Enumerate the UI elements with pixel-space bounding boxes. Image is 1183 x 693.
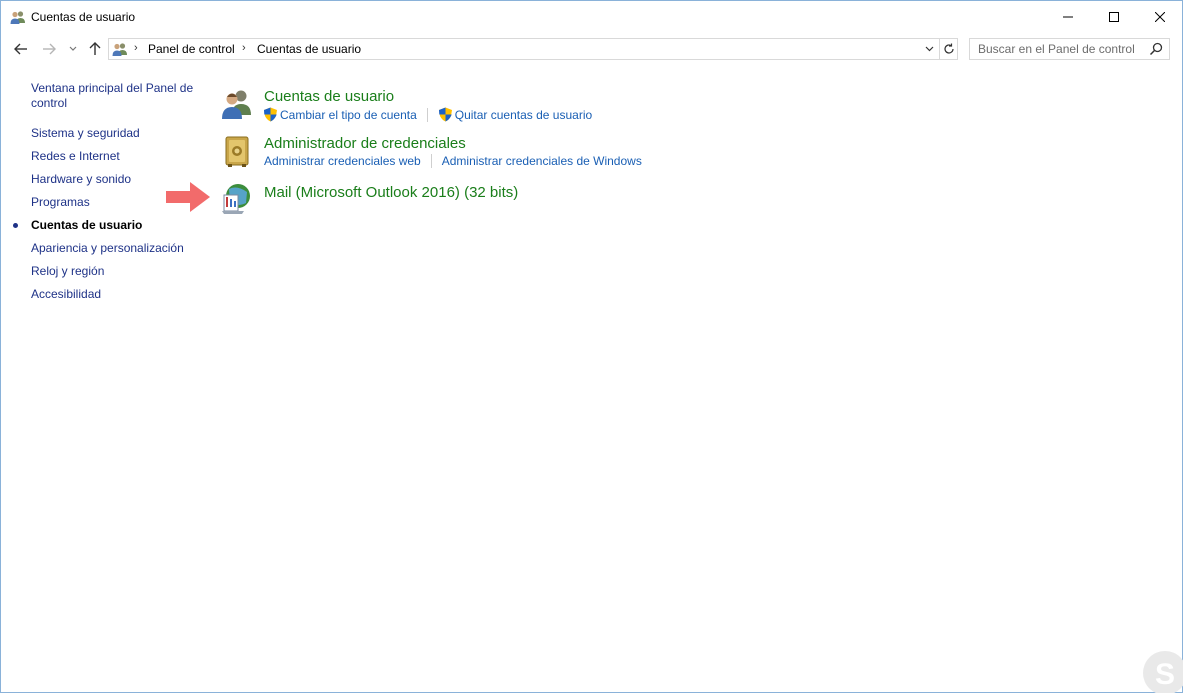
control-panel-window: Cuentas de usuario › Panel de control › … <box>0 0 1183 693</box>
link-label[interactable]: Quitar cuentas de usuario <box>455 108 592 122</box>
recent-locations-button[interactable] <box>67 39 79 59</box>
refresh-icon <box>944 43 954 54</box>
search-placeholder: Buscar en el Panel de control <box>978 42 1135 56</box>
category-title-credential-manager[interactable]: Administrador de credenciales <box>264 135 466 152</box>
link-label[interactable]: Administrar credenciales web <box>264 154 421 168</box>
maximize-icon <box>1109 11 1119 22</box>
category-links-user-accounts: Cambiar el tipo de cuenta Quitar cuentas… <box>263 107 592 122</box>
search-icon <box>1149 42 1163 56</box>
forward-arrow-icon <box>43 43 56 55</box>
close-icon <box>1155 11 1165 22</box>
chevron-right-icon[interactable]: › <box>134 42 138 54</box>
search-input[interactable]: Buscar en el Panel de control <box>969 38 1170 60</box>
minimize-icon <box>1063 16 1073 17</box>
link-label[interactable]: Administrar credenciales de Windows <box>442 154 642 168</box>
nav-item-system-security[interactable]: Sistema y seguridad <box>31 126 201 141</box>
uac-shield-icon <box>264 107 277 122</box>
nav-item-accessibility[interactable]: Accesibilidad <box>31 287 201 302</box>
watermark-logo-icon: S <box>1143 651 1183 693</box>
close-button[interactable] <box>1137 1 1183 32</box>
back-button[interactable] <box>11 39 31 59</box>
main-content: Cuentas de usuario Cambiar el tipo de cu… <box>216 81 1156 231</box>
minimize-button[interactable] <box>1045 1 1091 32</box>
users-icon <box>10 9 26 25</box>
refresh-button[interactable] <box>939 39 958 59</box>
breadcrumb-control-panel[interactable]: Panel de control <box>148 42 235 56</box>
users-icon[interactable] <box>220 87 256 123</box>
control-panel-home-link[interactable]: Ventana principal del Panel de control <box>31 81 201 111</box>
control-panel-icon <box>112 41 128 57</box>
address-bar[interactable]: › Panel de control › Cuentas de usuario <box>108 38 958 60</box>
link-manage-windows-credentials[interactable]: Administrar credenciales de Windows <box>442 154 642 168</box>
title-bar[interactable]: Cuentas de usuario <box>1 1 1182 32</box>
chevron-right-icon[interactable]: › <box>242 42 246 54</box>
forward-button[interactable] <box>39 39 59 59</box>
svg-text:S: S <box>1155 658 1175 691</box>
link-remove-user-accounts[interactable]: Quitar cuentas de usuario <box>438 107 592 122</box>
link-change-account-type[interactable]: Cambiar el tipo de cuenta <box>263 107 417 122</box>
chevron-down-icon <box>69 46 77 51</box>
nav-item-network-internet[interactable]: Redes e Internet <box>31 149 201 164</box>
maximize-button[interactable] <box>1091 1 1137 32</box>
link-divider <box>426 107 428 122</box>
up-arrow-icon <box>89 42 101 55</box>
nav-item-appearance[interactable]: Apariencia y personalización <box>31 241 201 256</box>
nav-item-clock-region[interactable]: Reloj y región <box>31 264 201 279</box>
link-label[interactable]: Cambiar el tipo de cuenta <box>280 108 417 122</box>
window-title: Cuentas de usuario <box>31 10 136 24</box>
mail-icon[interactable] <box>219 181 255 217</box>
address-dropdown-button[interactable] <box>920 39 938 59</box>
uac-shield-icon <box>438 107 452 122</box>
credential-vault-icon[interactable] <box>221 135 257 171</box>
link-divider <box>430 154 432 168</box>
up-button[interactable] <box>85 39 105 59</box>
annotation-arrow-icon <box>166 182 210 212</box>
link-manage-web-credentials[interactable]: Administrar credenciales web <box>264 154 421 168</box>
nav-item-user-accounts[interactable]: Cuentas de usuario <box>31 218 201 233</box>
chevron-down-icon <box>925 46 934 52</box>
navigation-bar: › Panel de control › Cuentas de usuario … <box>1 37 1182 61</box>
current-item-bullet <box>13 223 18 228</box>
category-title-user-accounts[interactable]: Cuentas de usuario <box>264 88 394 105</box>
category-title-mail[interactable]: Mail (Microsoft Outlook 2016) (32 bits) <box>264 184 518 201</box>
back-arrow-icon <box>14 43 27 55</box>
breadcrumb-user-accounts[interactable]: Cuentas de usuario <box>257 42 361 56</box>
category-links-credential-manager: Administrar credenciales web Administrar… <box>264 154 642 168</box>
